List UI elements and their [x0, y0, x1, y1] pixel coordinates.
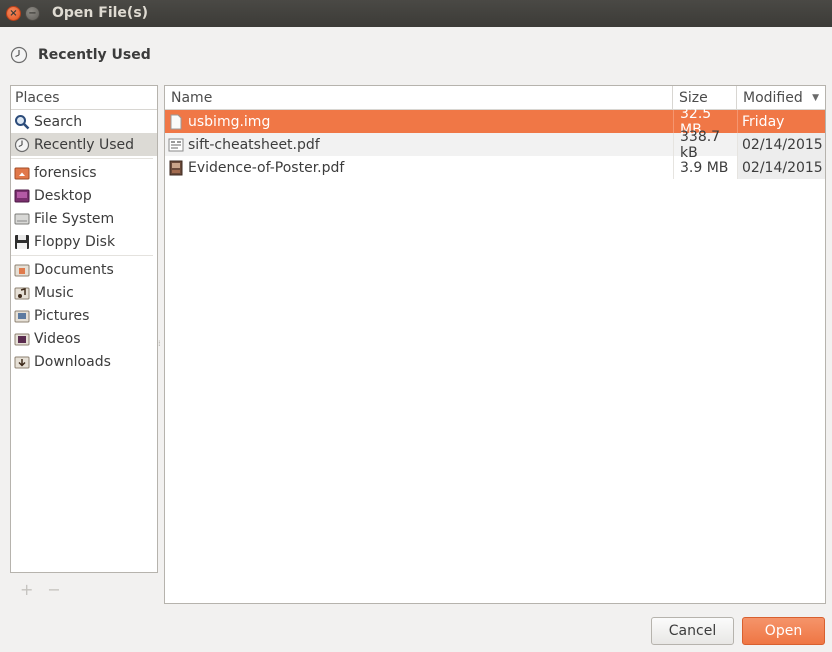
home-folder-icon	[14, 167, 30, 179]
sidebar-item-music[interactable]: Music	[11, 281, 157, 304]
sidebar-item-label: Search	[34, 113, 83, 130]
generic-file-icon	[170, 114, 182, 129]
sidebar-item-file-system[interactable]: File System	[11, 207, 157, 230]
sidebar-item-recently-used[interactable]: Recently Used	[11, 133, 157, 156]
minimize-window-button[interactable]: −	[25, 6, 40, 21]
search-icon	[15, 114, 30, 129]
pdf-image-icon	[169, 160, 183, 175]
add-bookmark-button[interactable]: +	[20, 580, 33, 599]
places-sidebar: Places Search Recently Used forensics De…	[10, 85, 158, 573]
documents-folder-icon	[14, 264, 30, 276]
pane-resize-handle[interactable]: ⁞	[158, 339, 162, 349]
sidebar-item-label: Desktop	[34, 187, 92, 204]
window-title: Open File(s)	[52, 5, 149, 21]
sidebar-item-label: forensics	[34, 164, 97, 181]
column-header-modified[interactable]: Modified ▼	[737, 86, 825, 109]
sidebar-item-label: Videos	[34, 330, 81, 347]
file-modified: 02/14/2015	[737, 133, 825, 156]
file-size: 3.9 MB	[673, 156, 737, 179]
title-bar: × − Open File(s)	[0, 0, 832, 27]
sidebar-item-documents[interactable]: Documents	[11, 258, 157, 281]
file-modified: Friday	[737, 110, 825, 133]
close-icon: ×	[9, 7, 18, 19]
file-name: Evidence-of-Poster.pdf	[188, 159, 345, 176]
sidebar-item-label: Floppy Disk	[34, 233, 116, 250]
videos-folder-icon	[14, 333, 30, 345]
column-header-label: Modified	[743, 89, 803, 106]
pictures-folder-icon	[14, 310, 30, 322]
sidebar-item-downloads[interactable]: Downloads	[11, 350, 157, 373]
file-name: sift-cheatsheet.pdf	[188, 136, 320, 153]
file-list: Name Size Modified ▼ usbimg.img 32.5 MB …	[164, 85, 826, 604]
sidebar-item-forensics[interactable]: forensics	[11, 161, 157, 184]
sidebar-item-label: File System	[34, 210, 115, 227]
remove-bookmark-button[interactable]: −	[47, 580, 60, 599]
desktop-icon	[14, 189, 30, 202]
table-row[interactable]: sift-cheatsheet.pdf 338.7 kB 02/14/2015	[165, 129, 825, 161]
drive-icon	[14, 213, 30, 224]
cancel-button[interactable]: Cancel	[651, 617, 734, 645]
sidebar-item-label: Pictures	[34, 307, 90, 324]
sidebar-item-label: Music	[34, 284, 74, 301]
column-header-name[interactable]: Name	[165, 86, 673, 109]
downloads-folder-icon	[14, 356, 30, 368]
sidebar-item-label: Recently Used	[34, 136, 135, 153]
pdf-document-icon	[168, 138, 184, 151]
sort-descending-icon: ▼	[812, 92, 819, 103]
open-button[interactable]: Open	[742, 617, 825, 645]
file-size: 338.7 kB	[673, 129, 737, 161]
sidebar-item-search[interactable]: Search	[11, 110, 157, 133]
file-modified: 02/14/2015	[737, 156, 825, 179]
clock-icon	[10, 46, 28, 64]
sidebar-item-label: Downloads	[34, 353, 111, 370]
places-edit-controls: + −	[20, 580, 61, 599]
sidebar-item-label: Documents	[34, 261, 114, 278]
places-header: Places	[11, 86, 157, 110]
file-name: usbimg.img	[188, 113, 271, 130]
separator	[11, 255, 153, 256]
floppy-icon	[15, 234, 29, 249]
minimize-icon: −	[28, 7, 37, 19]
separator	[11, 158, 153, 159]
location-label: Recently Used	[38, 47, 151, 63]
close-window-button[interactable]: ×	[6, 6, 21, 21]
sidebar-item-desktop[interactable]: Desktop	[11, 184, 157, 207]
music-folder-icon	[14, 287, 30, 299]
location-bar: Recently Used	[10, 44, 151, 66]
clock-icon	[14, 137, 30, 152]
sidebar-item-videos[interactable]: Videos	[11, 327, 157, 350]
sidebar-item-pictures[interactable]: Pictures	[11, 304, 157, 327]
sidebar-item-floppy-disk[interactable]: Floppy Disk	[11, 230, 157, 253]
table-row[interactable]: Evidence-of-Poster.pdf 3.9 MB 02/14/2015	[165, 156, 825, 179]
